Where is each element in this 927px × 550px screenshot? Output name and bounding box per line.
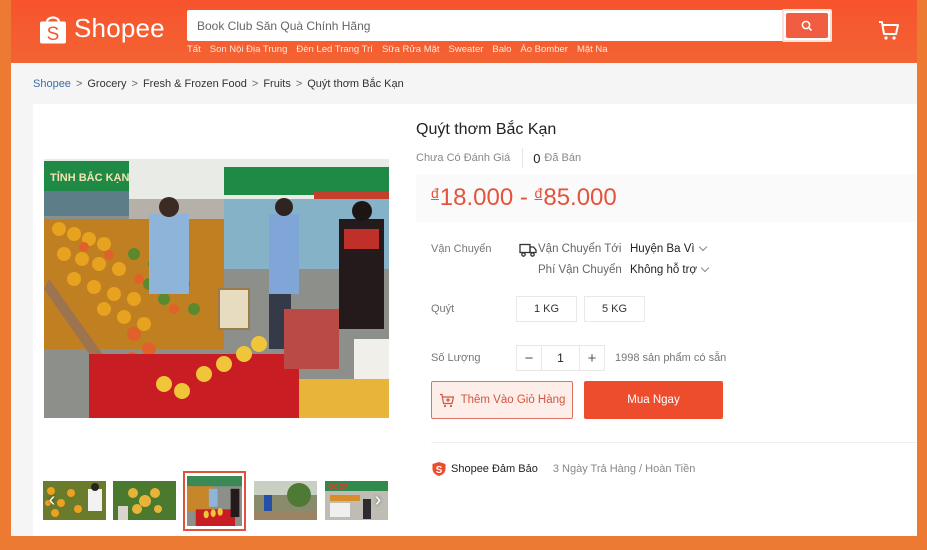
breadcrumb-separator: > <box>295 78 303 90</box>
suggestion-link[interactable]: Tất <box>187 44 201 55</box>
buy-now-button[interactable]: Mua Ngay <box>584 381 723 419</box>
logo-text: Shopee <box>74 12 165 43</box>
product-main-image[interactable]: TỈNH BẮC KẠN <box>44 159 389 418</box>
search-bar <box>187 9 832 42</box>
header-bar: S Shopee Tất Son Nội Địa Trung Đèn Led T… <box>11 0 917 63</box>
thumbnail-prev-arrow[interactable]: ‹ <box>45 490 59 510</box>
sold-label: Đã Bán <box>544 152 582 164</box>
rating-text[interactable]: Chưa Có Đánh Giá <box>416 152 510 164</box>
suggestion-link[interactable]: Mặt Na <box>577 44 608 55</box>
breadcrumb-grocery[interactable]: Grocery <box>87 78 126 90</box>
search-input[interactable] <box>187 10 831 41</box>
chevron-down-icon <box>700 263 710 273</box>
svg-text:S: S <box>47 24 60 44</box>
shipping-fee-label: Phí Vận Chuyển <box>538 264 622 276</box>
add-to-cart-label: Thêm Vào Giỏ Hàng <box>460 394 566 406</box>
guarantee-description: 3 Ngày Trả Hàng / Hoàn Tiền <box>552 463 696 475</box>
variant-option-1kg[interactable]: 1 KG <box>516 296 577 322</box>
svg-text:OCOP: OCOP <box>328 484 349 491</box>
shopee-guarantee[interactable]: S Shopee Đảm Bảo 3 Ngày Trả Hàng / Hoàn … <box>431 461 695 477</box>
sold-count: 0 <box>533 150 541 166</box>
suggestion-link[interactable]: Son Nội Địa Trung <box>210 44 288 55</box>
breadcrumb-home[interactable]: Shopee <box>33 78 71 90</box>
shopping-bag-icon: S <box>40 15 66 44</box>
thumbnail-next-arrow[interactable]: › <box>371 490 385 510</box>
currency-symbol: đ <box>431 185 439 201</box>
thumbnail[interactable] <box>113 481 176 520</box>
price-max: 85.000 <box>543 184 617 211</box>
quantity-increase-button[interactable]: + <box>580 346 604 370</box>
product-title: Quýt thơm Bắc Kạn <box>416 121 557 138</box>
price-separator: - <box>519 184 528 211</box>
breadcrumb-fruits[interactable]: Fruits <box>263 78 291 90</box>
breadcrumb-current: Quýt thơm Bắc Kạn <box>307 78 404 90</box>
price-range: đ18.000 - đ85.000 <box>431 184 617 212</box>
truck-icon <box>519 243 537 257</box>
add-to-cart-icon <box>439 393 454 407</box>
search-suggestions: Tất Son Nội Địa Trung Đèn Led Trang Trí … <box>187 44 608 55</box>
thumbnail[interactable] <box>254 481 317 520</box>
breadcrumb-separator: > <box>251 78 259 90</box>
price-min: 18.000 <box>439 184 514 211</box>
shield-icon: S <box>432 462 446 476</box>
product-meta: Chưa Có Đánh Giá 0 Đã Bán <box>416 148 581 168</box>
breadcrumb: Shopee > Grocery > Fresh & Frozen Food >… <box>33 78 404 90</box>
price-box: đ18.000 - đ85.000 <box>416 174 917 222</box>
quantity-label: Số Lượng <box>431 352 481 364</box>
breadcrumb-separator: > <box>75 78 83 90</box>
suggestion-link[interactable]: Đèn Led Trang Trí <box>296 44 373 55</box>
ship-to-label: Vận Chuyển Tới <box>538 243 622 255</box>
svg-text:TỈNH BẮC KẠN: TỈNH BẮC KẠN <box>50 171 129 184</box>
quantity-stepper: − 1 + <box>516 345 605 371</box>
shipping-fee-value: Không hỗ trợ <box>630 264 698 276</box>
thumbnail-image <box>187 476 242 526</box>
quantity-decrease-button[interactable]: − <box>517 346 541 370</box>
suggestion-link[interactable]: Sữa Rửa Mặt <box>382 44 440 55</box>
variant-option-5kg[interactable]: 5 KG <box>584 296 645 322</box>
add-to-cart-button[interactable]: Thêm Vào Giỏ Hàng <box>431 381 573 419</box>
breadcrumb-fresh-frozen[interactable]: Fresh & Frozen Food <box>143 78 247 90</box>
ship-to-dropdown[interactable]: Huyện Ba Vì <box>630 242 707 255</box>
search-button[interactable] <box>786 13 828 38</box>
stock-text: 1998 sản phẩm có sẵn <box>615 352 727 364</box>
guarantee-title: Shopee Đảm Bảo <box>451 463 538 475</box>
variant-label: Quýt <box>431 303 455 315</box>
ship-to-value: Huyện Ba Vì <box>630 243 695 255</box>
product-card: TỈNH BẮC KẠN OCOP ‹ › Quýt thơm Bắc Kạn … <box>33 104 917 536</box>
cart-icon[interactable] <box>877 18 901 42</box>
meta-divider <box>522 148 524 168</box>
quantity-input[interactable]: 1 <box>541 346 580 370</box>
search-icon <box>801 20 813 31</box>
suggestion-link[interactable]: Sweater <box>449 44 484 55</box>
buy-now-label: Mua Ngay <box>627 394 680 406</box>
chevron-down-icon <box>698 242 707 252</box>
breadcrumb-separator: > <box>131 78 138 90</box>
svg-text:S: S <box>436 465 443 476</box>
shopee-logo[interactable]: S Shopee <box>38 11 165 45</box>
thumbnail-strip: OCOP ‹ › <box>43 471 388 531</box>
suggestion-link[interactable]: Balo <box>492 44 511 55</box>
divider <box>431 442 917 443</box>
thumbnail-active[interactable] <box>183 471 246 531</box>
shipping-fee-dropdown[interactable]: Không hỗ trợ <box>630 263 710 276</box>
browser-frame: S Shopee Tất Son Nội Địa Trung Đèn Led T… <box>11 0 917 536</box>
currency-symbol: đ <box>534 185 543 201</box>
suggestion-link[interactable]: Áo Bomber <box>520 44 568 55</box>
shipping-label: Vận Chuyển <box>431 243 492 255</box>
